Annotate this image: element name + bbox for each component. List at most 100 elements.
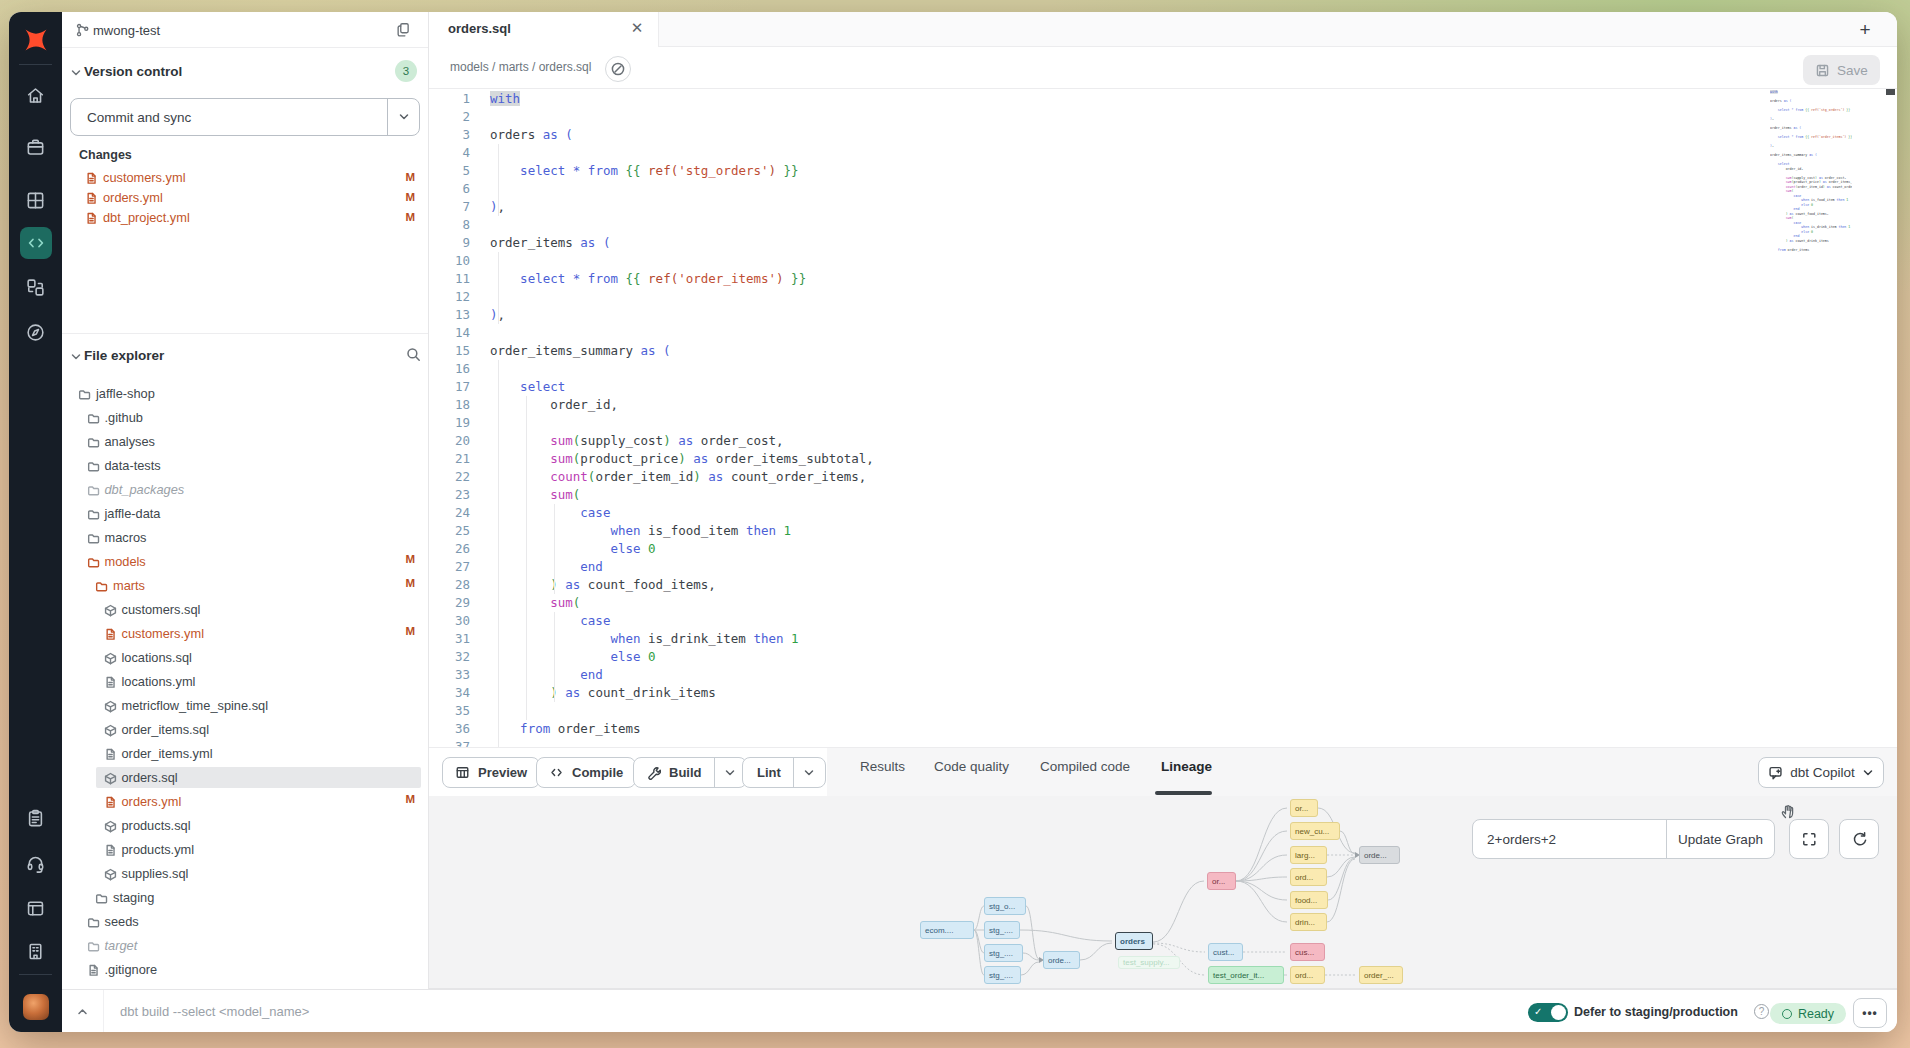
file-tree-item-orders-sql[interactable]: orders.sql [62, 766, 428, 790]
dbt-logo-icon[interactable] [9, 20, 62, 60]
organization-icon[interactable] [9, 931, 62, 971]
code-editor[interactable]: 1with23orders as (45 select * from {{ re… [429, 89, 1897, 747]
file-tree-item-target[interactable]: target [62, 934, 428, 958]
file-tree-item-models[interactable]: modelsM [62, 550, 428, 574]
more-options-button[interactable]: ••• [1853, 998, 1887, 1028]
tab-compiled-code[interactable]: Compiled code [1040, 759, 1130, 774]
home-icon[interactable] [9, 75, 62, 115]
build-dropdown-chevron[interactable] [714, 758, 746, 787]
lineage-node-drin[interactable]: drin... [1290, 913, 1327, 931]
lint-dropdown-chevron[interactable] [793, 758, 825, 787]
chevron-down-icon[interactable] [70, 349, 82, 367]
close-tab-icon[interactable]: ✕ [625, 16, 649, 40]
editor-minimap[interactable]: withorders as ( select * from {{ ref('st… [1770, 90, 1852, 262]
collapse-command-bar-icon[interactable] [70, 1000, 94, 1024]
file-tree-item-macros[interactable]: macros [62, 526, 428, 550]
file-tree-item-order-items-yml[interactable]: order_items.yml [62, 742, 428, 766]
commit-dropdown-chevron[interactable] [387, 99, 419, 135]
save-button[interactable]: Save [1803, 55, 1880, 85]
lineage-node-order[interactable]: order_... [1359, 966, 1403, 984]
build-button[interactable]: Build [633, 757, 747, 788]
changed-file-row[interactable]: customers.ymlM [62, 168, 428, 188]
explore-icon[interactable] [9, 312, 62, 352]
tab-results[interactable]: Results [860, 759, 905, 774]
file-tree-item-locations-yml[interactable]: locations.yml [62, 670, 428, 694]
file-tree-item-orders-yml[interactable]: orders.ymlM [62, 790, 428, 814]
lineage-node-or[interactable]: or... [1290, 799, 1318, 817]
file-tree-item-products-sql[interactable]: products.sql [62, 814, 428, 838]
lineage-node-stg[interactable]: stg_.... [984, 944, 1023, 962]
file-tree-item-staging[interactable]: staging [62, 886, 428, 910]
apps-icon[interactable] [9, 180, 62, 220]
file-tree-item-locations-sql[interactable]: locations.sql [62, 646, 428, 670]
update-graph-button[interactable]: Update Graph [1666, 820, 1774, 858]
file-explorer-title[interactable]: File explorer [84, 348, 164, 363]
dbt-copilot-button[interactable]: dbt Copilot [1758, 757, 1884, 788]
develop-icon[interactable] [9, 223, 62, 263]
lineage-node-cust[interactable]: cust... [1208, 943, 1243, 961]
lineage-node-orde[interactable]: orde... [1359, 846, 1400, 864]
lineage-node-newcu[interactable]: new_cu... [1290, 822, 1340, 840]
project-name[interactable]: mwong-test [93, 12, 160, 48]
compare-icon[interactable] [9, 267, 62, 307]
line-number: 12 [429, 289, 470, 304]
file-tree-item-dbt-packages[interactable]: dbt_packages [62, 478, 428, 502]
lineage-node-stgo[interactable]: stg_o... [984, 897, 1026, 915]
lint-button[interactable]: Lint [742, 757, 826, 788]
lineage-node-testsupply[interactable]: test_supply... [1118, 956, 1180, 969]
file-tree-item-marts[interactable]: martsM [62, 574, 428, 598]
tab-orders-sql[interactable]: orders.sql ✕ [429, 12, 659, 47]
lineage-node-or[interactable]: or... [1207, 872, 1236, 890]
command-input[interactable]: dbt build --select <model_name> [120, 1004, 309, 1019]
file-tree-item-products-yml[interactable]: products.yml [62, 838, 428, 862]
file-tree-item-analyses[interactable]: analyses [62, 430, 428, 454]
user-avatar[interactable] [23, 994, 49, 1020]
file-tree-item--github[interactable]: .github [62, 406, 428, 430]
ready-status-badge[interactable]: Ready [1770, 1003, 1846, 1024]
lineage-node-ecom[interactable]: ecom.... [920, 921, 974, 939]
lineage-node-orders[interactable]: orders [1115, 932, 1153, 950]
tab-lineage[interactable]: Lineage [1161, 759, 1212, 774]
commit-and-sync-button[interactable]: Commit and sync [70, 98, 420, 136]
file-tree-item-supplies-sql[interactable]: supplies.sql [62, 862, 428, 886]
lineage-node-larg[interactable]: larg... [1290, 846, 1327, 864]
lineage-node-orde[interactable]: orde... [1043, 951, 1080, 969]
deploy-icon[interactable] [9, 127, 62, 167]
tasks-icon[interactable] [9, 798, 62, 838]
defer-toggle[interactable]: ✓ [1528, 1003, 1568, 1022]
file-tree-item-customers-sql[interactable]: customers.sql [62, 598, 428, 622]
chevron-down-icon[interactable] [70, 65, 82, 83]
lineage-filter-input[interactable]: 2+orders+2 [1487, 832, 1556, 847]
lineage-node-cus[interactable]: cus... [1290, 943, 1325, 961]
version-control-title[interactable]: Version control [84, 64, 182, 79]
support-icon[interactable] [9, 843, 62, 883]
scrollbar-thumb[interactable] [1886, 89, 1895, 95]
lineage-node-stg[interactable]: stg_.... [984, 966, 1021, 984]
open-lineage-icon-button[interactable] [605, 56, 631, 82]
refresh-button[interactable] [1839, 819, 1879, 859]
file-tree-item-seeds[interactable]: seeds [62, 910, 428, 934]
copy-icon[interactable] [395, 21, 413, 43]
tab-code-quality[interactable]: Code quality [934, 759, 1009, 774]
file-tree-item-jaffle-data[interactable]: jaffle-data [62, 502, 428, 526]
file-tree-item-data-tests[interactable]: data-tests [62, 454, 428, 478]
file-tree-item-customers-yml[interactable]: customers.ymlM [62, 622, 428, 646]
changed-file-row[interactable]: orders.ymlM [62, 188, 428, 208]
file-tree-item-order-items-sql[interactable]: order_items.sql [62, 718, 428, 742]
changed-file-row[interactable]: dbt_project.ymlM [62, 208, 428, 228]
lineage-node-stg[interactable]: stg_.... [984, 921, 1020, 939]
folder-icon [95, 891, 108, 909]
compile-button[interactable]: Compile [536, 757, 636, 788]
file-tree-item-jaffle-shop[interactable]: jaffle-shop [62, 382, 428, 406]
help-icon[interactable]: ? [1754, 1004, 1769, 1019]
lineage-node-ord[interactable]: ord... [1290, 966, 1325, 984]
lineage-node-testorderit[interactable]: test_order_it... [1208, 966, 1284, 984]
lineage-node-food[interactable]: food... [1290, 891, 1328, 909]
file-tree-item--gitignore[interactable]: .gitignore [62, 958, 428, 982]
lineage-node-ord[interactable]: ord... [1290, 868, 1327, 886]
file-tree-item-metricflow-time-spine-sql[interactable]: metricflow_time_spine.sql [62, 694, 428, 718]
preview-button[interactable]: Preview [442, 757, 540, 788]
docs-icon[interactable] [9, 888, 62, 928]
search-icon[interactable] [405, 346, 421, 366]
new-tab-button[interactable]: + [1852, 17, 1878, 43]
